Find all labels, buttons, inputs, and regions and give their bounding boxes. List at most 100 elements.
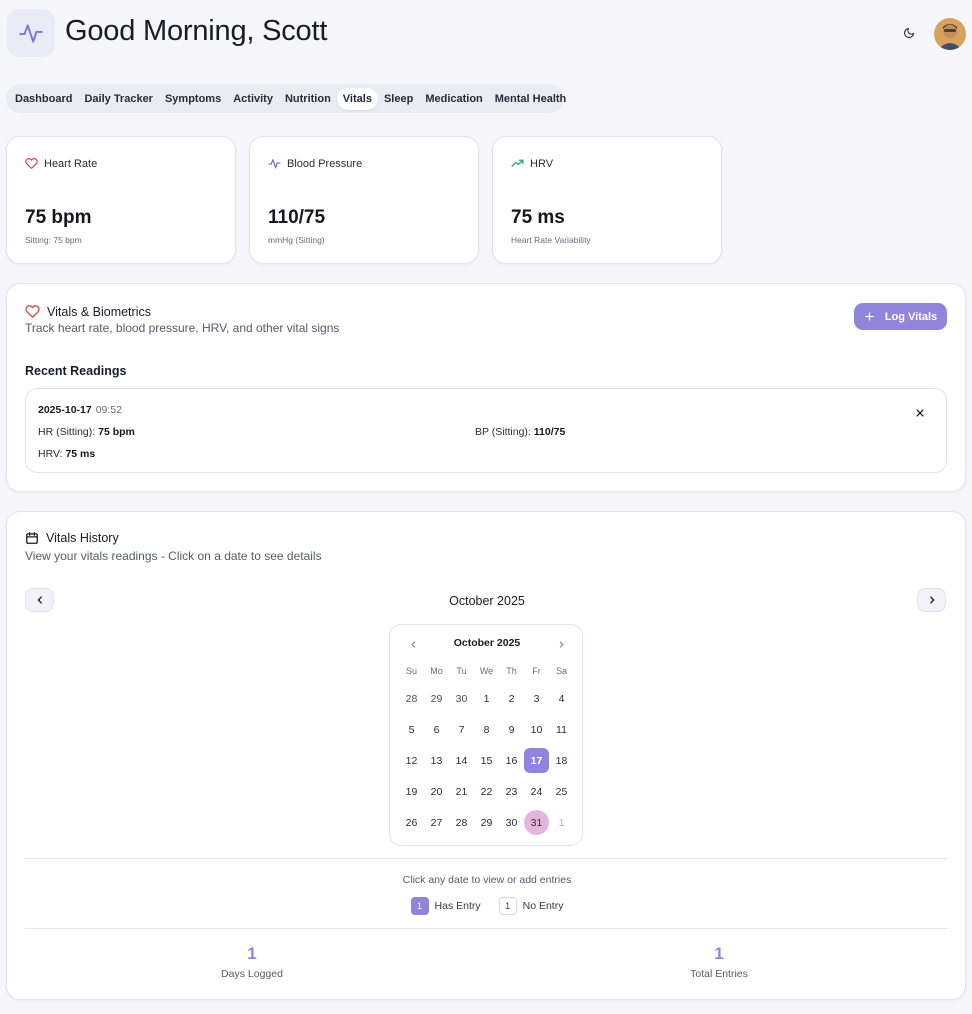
vitals-panel-title: Vitals & Biometrics xyxy=(25,304,151,319)
calendar-day[interactable]: 3 xyxy=(524,686,549,711)
greeting-title: Good Morning, Scott xyxy=(65,15,328,47)
reading-card[interactable]: 2025-10-17 09:52 HR (Sitting): 75 bpm BP … xyxy=(25,388,947,473)
blood-pressure-value: 110/75 xyxy=(268,207,326,228)
calendar: October 2025 Su Mo Tu We Th Fr Sa 28 29 30 1 2 3 4 5 6 7… xyxy=(389,624,583,846)
weekday-label: Sa xyxy=(555,666,567,676)
calendar-day[interactable]: 26 xyxy=(399,810,424,835)
month-label: October 2025 xyxy=(449,594,525,608)
calendar-day[interactable]: 31 xyxy=(524,810,549,835)
tab-medication[interactable]: Medication xyxy=(419,88,488,110)
tab-activity[interactable]: Activity xyxy=(227,88,279,110)
main-nav-tabs: Dashboard Daily Tracker Symptoms Activity Nu… xyxy=(6,84,566,113)
tab-symptoms[interactable]: Symptoms xyxy=(159,88,227,110)
calendar-day[interactable]: 15 xyxy=(474,748,499,773)
weekday-label: We xyxy=(479,666,494,676)
calendar-day[interactable]: 25 xyxy=(549,779,574,804)
theme-toggle-button[interactable] xyxy=(899,23,919,43)
calendar-day[interactable]: 6 xyxy=(424,717,449,742)
tab-vitals[interactable]: Vitals xyxy=(336,87,378,110)
calendar-day[interactable]: 28 xyxy=(449,810,474,835)
weekday-label: Th xyxy=(506,666,517,676)
recent-readings-heading: Recent Readings xyxy=(25,364,127,378)
calendar-day[interactable]: 16 xyxy=(499,748,524,773)
calendar-day[interactable]: 4 xyxy=(549,686,574,711)
app-logo[interactable] xyxy=(7,9,55,57)
calendar-day[interactable]: 28 xyxy=(399,686,424,711)
calendar-day[interactable]: 30 xyxy=(499,810,524,835)
calendar-next-button[interactable] xyxy=(553,636,569,652)
no-entry-swatch: 1 xyxy=(498,897,517,915)
hrv-sub: Heart Rate Variability xyxy=(511,235,591,245)
history-panel-description: View your vitals readings - Click on a d… xyxy=(25,549,322,563)
reading-hrv: HRV: 75 ms xyxy=(38,448,95,460)
user-avatar[interactable] xyxy=(934,18,966,50)
blood-pressure-label: Blood Pressure xyxy=(287,157,363,170)
calendar-day[interactable]: 10 xyxy=(524,717,549,742)
tab-sleep[interactable]: Sleep xyxy=(378,88,419,110)
calendar-day[interactable]: 18 xyxy=(549,748,574,773)
calendar-day[interactable]: 5 xyxy=(399,717,424,742)
heart-rate-card[interactable]: Heart Rate 75 bpm Sitting: 75 bpm xyxy=(6,136,236,264)
log-vitals-label: Log Vitals xyxy=(884,310,938,323)
days-logged-value: 1 xyxy=(247,944,257,963)
calendar-day[interactable]: 30 xyxy=(449,686,474,711)
calendar-day[interactable]: 21 xyxy=(449,779,474,804)
plus-icon xyxy=(865,312,874,321)
calendar-day[interactable]: 20 xyxy=(424,779,449,804)
tab-nutrition[interactable]: Nutrition xyxy=(279,88,337,110)
calendar-day[interactable]: 22 xyxy=(474,779,499,804)
weekday-label: Su xyxy=(405,666,417,676)
reading-hr: HR (Sitting): 75 bpm xyxy=(38,426,135,438)
calendar-day[interactable]: 7 xyxy=(449,717,474,742)
calendar-day[interactable]: 29 xyxy=(424,686,449,711)
next-month-button[interactable] xyxy=(917,588,946,612)
calendar-day[interactable]: 17 xyxy=(524,748,549,773)
reading-bp-label: BP (Sitting): xyxy=(475,426,531,438)
reading-hr-value: 75 bpm xyxy=(98,426,135,438)
blood-pressure-card[interactable]: Blood Pressure 110/75 mmHg (Sitting) xyxy=(249,136,479,264)
delete-reading-button[interactable] xyxy=(913,406,927,420)
chevron-right-icon xyxy=(559,640,563,648)
reading-datetime: 2025-10-17 09:52 xyxy=(38,404,122,416)
reading-hr-label: HR (Sitting): xyxy=(38,426,96,438)
calendar-day[interactable]: 1 xyxy=(474,686,499,711)
calendar-day[interactable]: 12 xyxy=(399,748,424,773)
chevron-right-icon xyxy=(929,596,934,604)
moon-icon xyxy=(903,27,915,39)
divider xyxy=(25,858,947,859)
heart-rate-label: Heart Rate xyxy=(44,157,98,170)
calendar-hint: Click any date to view or add entries xyxy=(402,874,572,886)
tab-mental-health[interactable]: Mental Health xyxy=(489,88,573,110)
calendar-day[interactable]: 29 xyxy=(474,810,499,835)
calendar-day[interactable]: 1 xyxy=(549,810,574,835)
heart-rate-value: 75 bpm xyxy=(25,207,92,228)
vitals-panel-title-text: Vitals & Biometrics xyxy=(47,304,151,319)
heart-icon xyxy=(25,158,38,169)
calendar-day[interactable]: 23 xyxy=(499,779,524,804)
hrv-card[interactable]: HRV 75 ms Heart Rate Variability xyxy=(492,136,722,264)
pulse-icon xyxy=(19,24,43,43)
calendar-day[interactable]: 14 xyxy=(449,748,474,773)
calendar-day[interactable]: 24 xyxy=(524,779,549,804)
total-entries-value: 1 xyxy=(714,944,724,963)
heart-rate-sub: Sitting: 75 bpm xyxy=(25,235,82,245)
calendar-day[interactable]: 11 xyxy=(549,717,574,742)
reading-date: 2025-10-17 xyxy=(38,404,92,416)
calendar-day[interactable]: 13 xyxy=(424,748,449,773)
tab-daily-tracker[interactable]: Daily Tracker xyxy=(78,88,159,110)
total-entries-label: Total Entries xyxy=(690,968,748,980)
weekday-label: Tu xyxy=(456,666,467,676)
calendar-legend: 1 Has Entry 1 No Entry xyxy=(7,897,967,915)
calendar-day[interactable]: 8 xyxy=(474,717,499,742)
history-panel: Vitals History View your vitals readings… xyxy=(6,511,966,1000)
vitals-panel-description: Track heart rate, blood pressure, HRV, a… xyxy=(25,321,340,335)
tab-dashboard[interactable]: Dashboard xyxy=(9,88,78,110)
weekday-label: Fr xyxy=(532,666,541,676)
log-vitals-button[interactable]: Log Vitals xyxy=(854,303,947,330)
calendar-day[interactable]: 27 xyxy=(424,810,449,835)
reading-bp-value: 110/75 xyxy=(533,426,566,438)
calendar-day[interactable]: 2 xyxy=(499,686,524,711)
calendar-day[interactable]: 9 xyxy=(499,717,524,742)
reading-hrv-label: HRV: xyxy=(38,448,63,460)
calendar-day[interactable]: 19 xyxy=(399,779,424,804)
